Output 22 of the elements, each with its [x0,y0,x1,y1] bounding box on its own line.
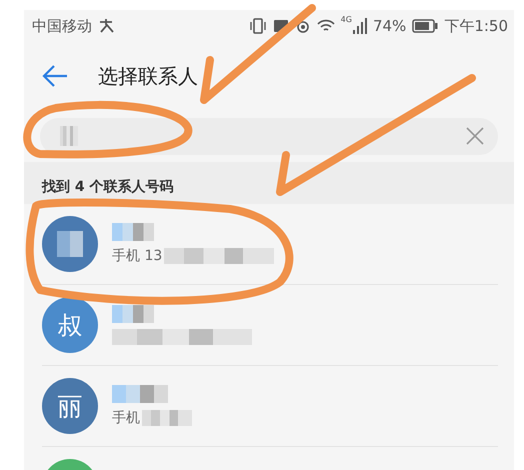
battery-percent: 74% [372,17,406,35]
contact-avatar: 丽 [42,378,98,434]
pixelated-blur [112,223,154,241]
results-count-label: 找到 4 个联系人号码 [42,178,174,196]
contact-phone-label: 手机 13 [112,247,162,265]
contact-avatar: 叔 [42,297,98,353]
clear-icon[interactable] [466,127,484,145]
pixelated-blur [60,126,78,146]
carrier-name: 中国移动 [32,16,92,36]
vibrate-icon [248,17,267,35]
page-title: 选择联系人 [98,62,198,90]
battery-icon [412,19,438,33]
clock-time: 下午1:50 [444,16,508,36]
pixelated-blur [112,385,168,403]
network-label: 4G [340,15,352,24]
pixelated-blur [112,305,154,323]
contact-phone-label: 手机 [112,409,140,427]
pixelated-blur [142,410,192,426]
signal-icon [352,18,367,34]
search-field[interactable] [40,118,498,154]
back-arrow-icon[interactable] [42,64,68,88]
pixelated-blur [57,231,83,257]
